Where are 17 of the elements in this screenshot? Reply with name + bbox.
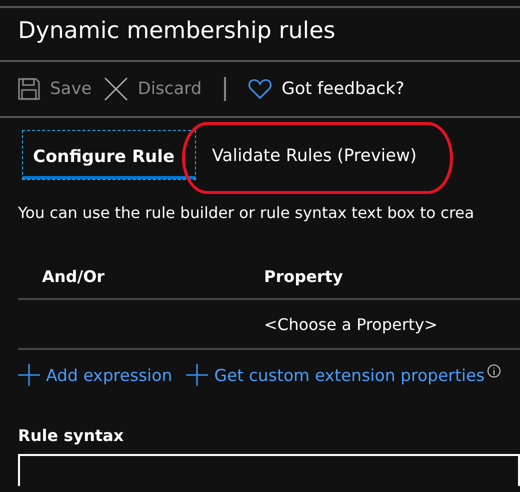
heart-icon — [248, 78, 272, 100]
save-icon — [18, 78, 40, 100]
feedback-button[interactable]: Got feedback? — [248, 78, 404, 100]
tab[interactable]: Validate Rules (Preview) — [200, 130, 429, 180]
link-button[interactable]: Get custom extension properties — [186, 364, 485, 386]
page-title: Dynamic membership rules — [17, 17, 336, 46]
plus-icon — [186, 364, 208, 386]
description-text: You can use the rule builder or rule syntax text box to crea — [17, 204, 476, 224]
rule-syntax-field[interactable] — [18, 454, 520, 486]
property-dropdown[interactable]: <Choose a Property> — [240, 314, 520, 334]
plus-icon — [18, 364, 40, 386]
link-button[interactable]: Add expression — [18, 364, 172, 386]
column-header: And/Or — [41, 266, 106, 286]
field-label: Rule syntax — [17, 425, 125, 447]
column-header: Property — [263, 266, 344, 286]
tab[interactable]: Configure Rule — [22, 130, 196, 180]
close-icon — [104, 77, 128, 101]
